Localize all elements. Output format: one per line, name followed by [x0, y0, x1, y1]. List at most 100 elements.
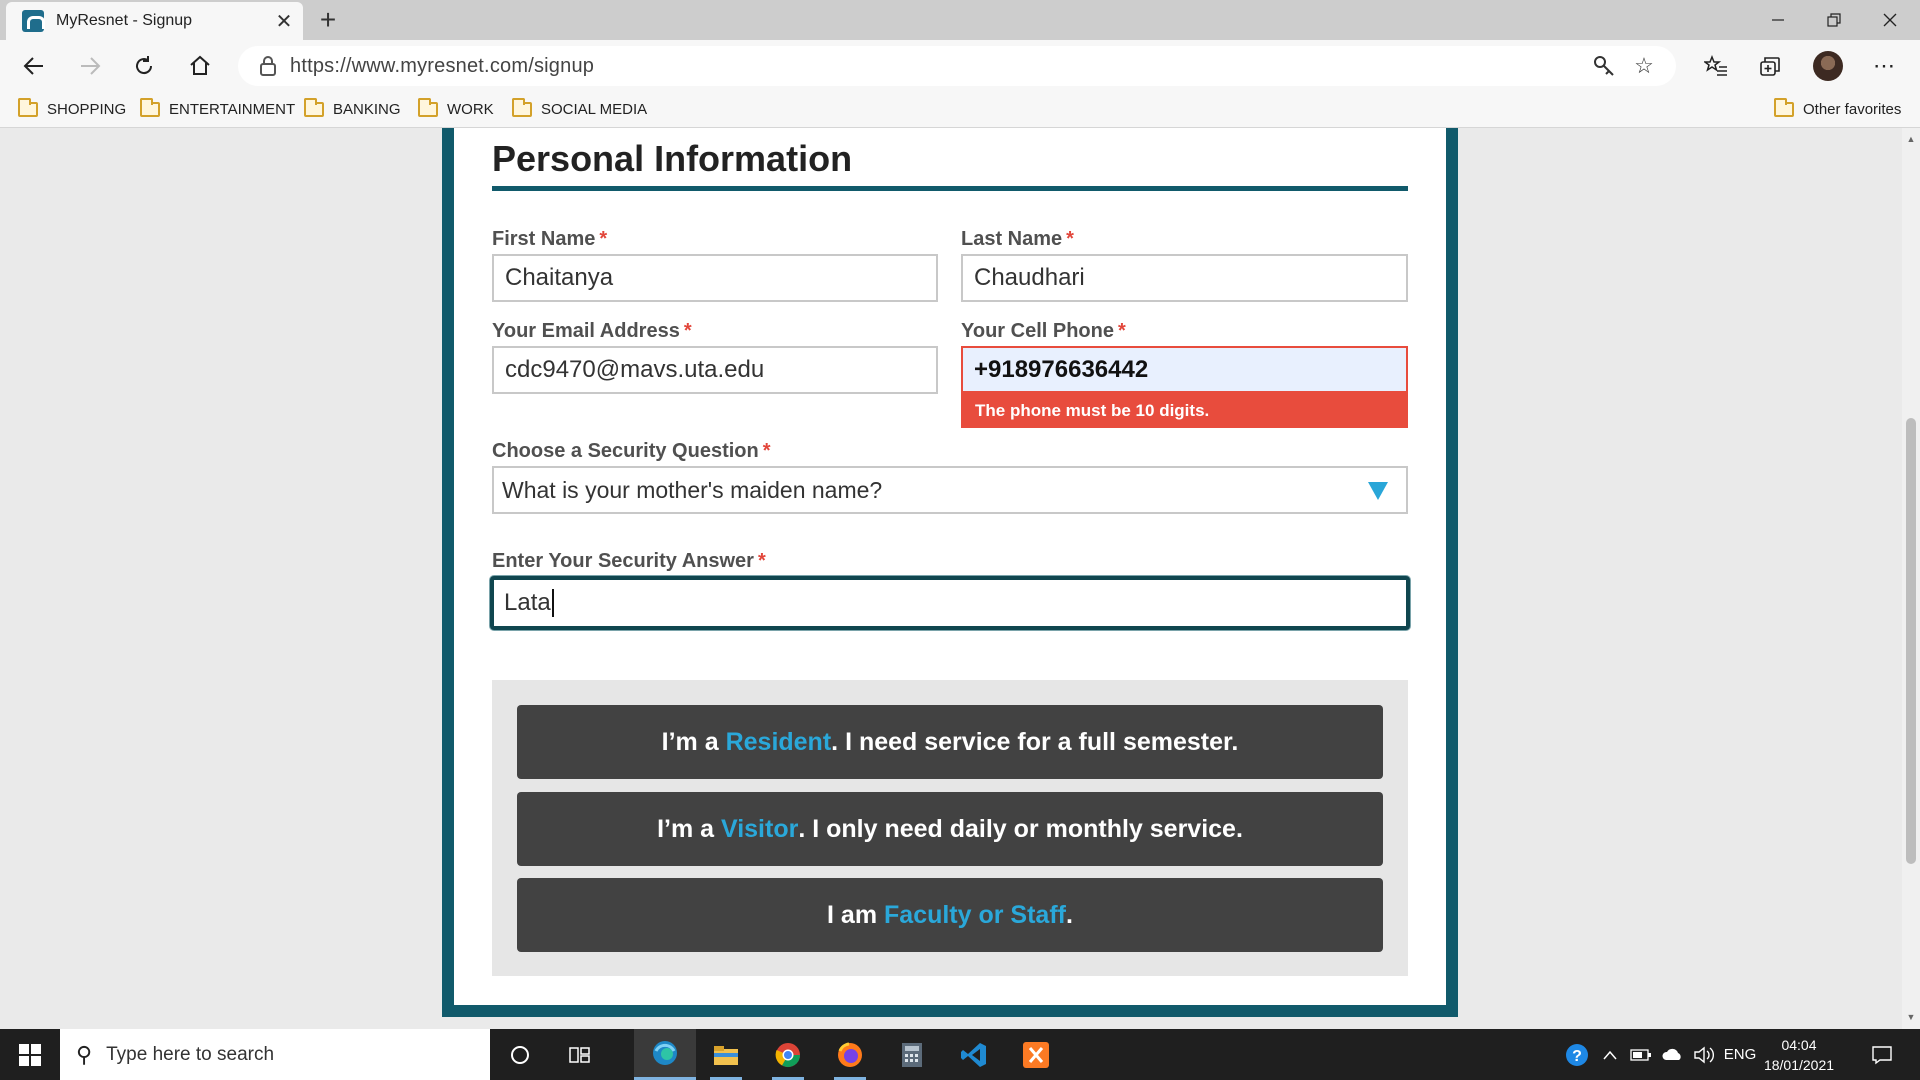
- option-suffix: . I need service for a full semester.: [831, 727, 1239, 756]
- battery-icon[interactable]: [1626, 1029, 1656, 1080]
- phone-field[interactable]: +918976636442: [961, 346, 1408, 393]
- last-name-field[interactable]: Chaudhari: [961, 254, 1408, 302]
- profile-avatar[interactable]: [1808, 46, 1848, 86]
- start-button[interactable]: [0, 1029, 60, 1080]
- page-scrollbar[interactable]: ▲ ▼: [1902, 128, 1920, 1029]
- taskbar-search-box[interactable]: ⚲ Type here to search: [60, 1029, 490, 1080]
- browser-tab-active[interactable]: MyResnet - Signup ✕: [6, 2, 303, 40]
- title-divider: [492, 186, 1408, 191]
- first-name-value: Chaitanya: [505, 264, 614, 291]
- xampp-icon[interactable]: [1006, 1029, 1066, 1080]
- tab-title: MyResnet - Signup: [56, 12, 193, 29]
- bookmark-work[interactable]: WORK: [418, 96, 494, 122]
- email-field[interactable]: cdc9470@mavs.uta.edu: [492, 346, 938, 394]
- required-marker: *: [1117, 320, 1126, 342]
- favorites-icon[interactable]: [1696, 46, 1736, 86]
- close-window-button[interactable]: [1862, 0, 1918, 40]
- faculty-staff-option-button[interactable]: I am Faculty or Staff.: [517, 878, 1383, 952]
- email-label-text: Your Email Address: [492, 320, 680, 342]
- volume-icon[interactable]: [1690, 1029, 1720, 1080]
- bookmark-social-media[interactable]: SOCIAL MEDIA: [512, 96, 647, 122]
- clock-time: 04:04: [1781, 1037, 1817, 1053]
- option-prefix: I’m a: [661, 727, 726, 756]
- minimize-window-button[interactable]: [1750, 0, 1806, 40]
- help-icon[interactable]: ?: [1560, 1029, 1594, 1080]
- security-answer-value: Lata: [504, 589, 551, 616]
- scroll-up-icon[interactable]: ▲: [1902, 130, 1920, 148]
- security-answer-field[interactable]: Lata: [490, 576, 1410, 630]
- bookmark-label: BANKING: [333, 100, 401, 118]
- browser-toolbar: https://www.myresnet.com/signup ☆ ⋯: [0, 40, 1920, 90]
- bookmark-label: SHOPPING: [47, 100, 127, 118]
- phone-error-message: The phone must be 10 digits.: [961, 393, 1408, 428]
- collections-icon[interactable]: [1750, 46, 1790, 86]
- new-tab-button[interactable]: +: [312, 4, 344, 36]
- lock-icon[interactable]: [246, 55, 290, 77]
- clock-date: 18/01/2021: [1763, 1057, 1835, 1073]
- key-icon[interactable]: [1584, 46, 1624, 86]
- bookmark-entertainment[interactable]: ENTERTAINMENT: [140, 96, 295, 122]
- bookmark-shopping[interactable]: SHOPPING: [18, 96, 126, 122]
- security-question-value: What is your mother's maiden name?: [502, 476, 883, 503]
- back-button[interactable]: [14, 46, 54, 86]
- text-cursor: [551, 589, 554, 617]
- task-view-icon[interactable]: [550, 1029, 610, 1080]
- notification-center-icon[interactable]: [1862, 1029, 1902, 1080]
- folder-icon: [512, 97, 532, 117]
- resident-option-button[interactable]: I’m a Resident. I need service for a ful…: [517, 705, 1383, 779]
- restore-icon: [1827, 13, 1841, 27]
- required-marker: *: [762, 440, 771, 462]
- language-indicator[interactable]: ENG: [1720, 1029, 1760, 1080]
- first-name-field[interactable]: Chaitanya: [492, 254, 938, 302]
- security-question-select[interactable]: What is your mother's maiden name?: [492, 466, 1408, 514]
- myresnet-favicon-icon: [22, 10, 45, 32]
- bookmark-other-favorites[interactable]: Other favorites: [1774, 96, 1901, 122]
- settings-more-icon[interactable]: ⋯: [1864, 46, 1904, 86]
- arrow-right-icon: [81, 57, 101, 75]
- avatar: [1813, 51, 1843, 81]
- last-name-value: Chaudhari: [974, 264, 1085, 291]
- edge-taskbar-icon[interactable]: [634, 1029, 696, 1080]
- scroll-down-icon[interactable]: ▼: [1902, 1008, 1920, 1026]
- url-text[interactable]: https://www.myresnet.com/signup: [290, 55, 1584, 78]
- phone-label: Your Cell Phone *: [961, 320, 1126, 343]
- forward-button[interactable]: [70, 46, 110, 86]
- svg-text:?: ?: [1572, 1048, 1582, 1065]
- option-highlight: Visitor: [720, 814, 799, 843]
- folder-icon: [418, 97, 438, 117]
- home-icon: [190, 55, 210, 75]
- option-prefix: I’m a: [657, 814, 721, 843]
- onedrive-network-icon[interactable]: [1658, 1029, 1688, 1080]
- close-tab-icon[interactable]: ✕: [269, 6, 299, 36]
- security-question-label-text: Choose a Security Question: [492, 440, 759, 462]
- folder-icon: [18, 97, 38, 117]
- option-prefix: I am: [827, 900, 885, 929]
- minimize-icon: [1772, 19, 1784, 21]
- scroll-thumb[interactable]: [1906, 418, 1916, 864]
- bookmark-label: Other favorites: [1803, 100, 1902, 118]
- taskbar-clock[interactable]: 04:04 18/01/2021: [1762, 1035, 1836, 1075]
- bookmark-banking[interactable]: BANKING: [304, 96, 401, 122]
- calculator-icon[interactable]: [882, 1029, 942, 1080]
- option-highlight: Faculty or Staff: [884, 900, 1066, 929]
- arrow-left-icon: [23, 57, 43, 75]
- dropdown-triangle-icon: [1368, 482, 1388, 500]
- chevron-up-icon[interactable]: [1598, 1029, 1622, 1080]
- vscode-icon[interactable]: [944, 1029, 1004, 1080]
- phone-label-text: Your Cell Phone: [961, 320, 1114, 342]
- search-placeholder: Type here to search: [106, 1043, 275, 1065]
- address-bar[interactable]: https://www.myresnet.com/signup ☆: [238, 46, 1676, 86]
- restore-window-button[interactable]: [1806, 0, 1862, 40]
- cortana-icon[interactable]: [490, 1029, 550, 1080]
- home-button[interactable]: [180, 46, 220, 86]
- security-question-label: Choose a Security Question *: [492, 440, 771, 463]
- page-title: Personal Information: [492, 138, 853, 179]
- chrome-icon[interactable]: [758, 1029, 818, 1080]
- star-icon[interactable]: ☆: [1624, 46, 1664, 86]
- file-explorer-icon[interactable]: [696, 1029, 756, 1080]
- visitor-option-button[interactable]: I’m a Visitor. I only need daily or mont…: [517, 792, 1383, 866]
- user-type-options: I’m a Resident. I need service for a ful…: [492, 680, 1408, 976]
- search-icon: ⚲: [76, 1041, 93, 1067]
- firefox-icon[interactable]: [820, 1029, 880, 1080]
- refresh-button[interactable]: [124, 46, 164, 86]
